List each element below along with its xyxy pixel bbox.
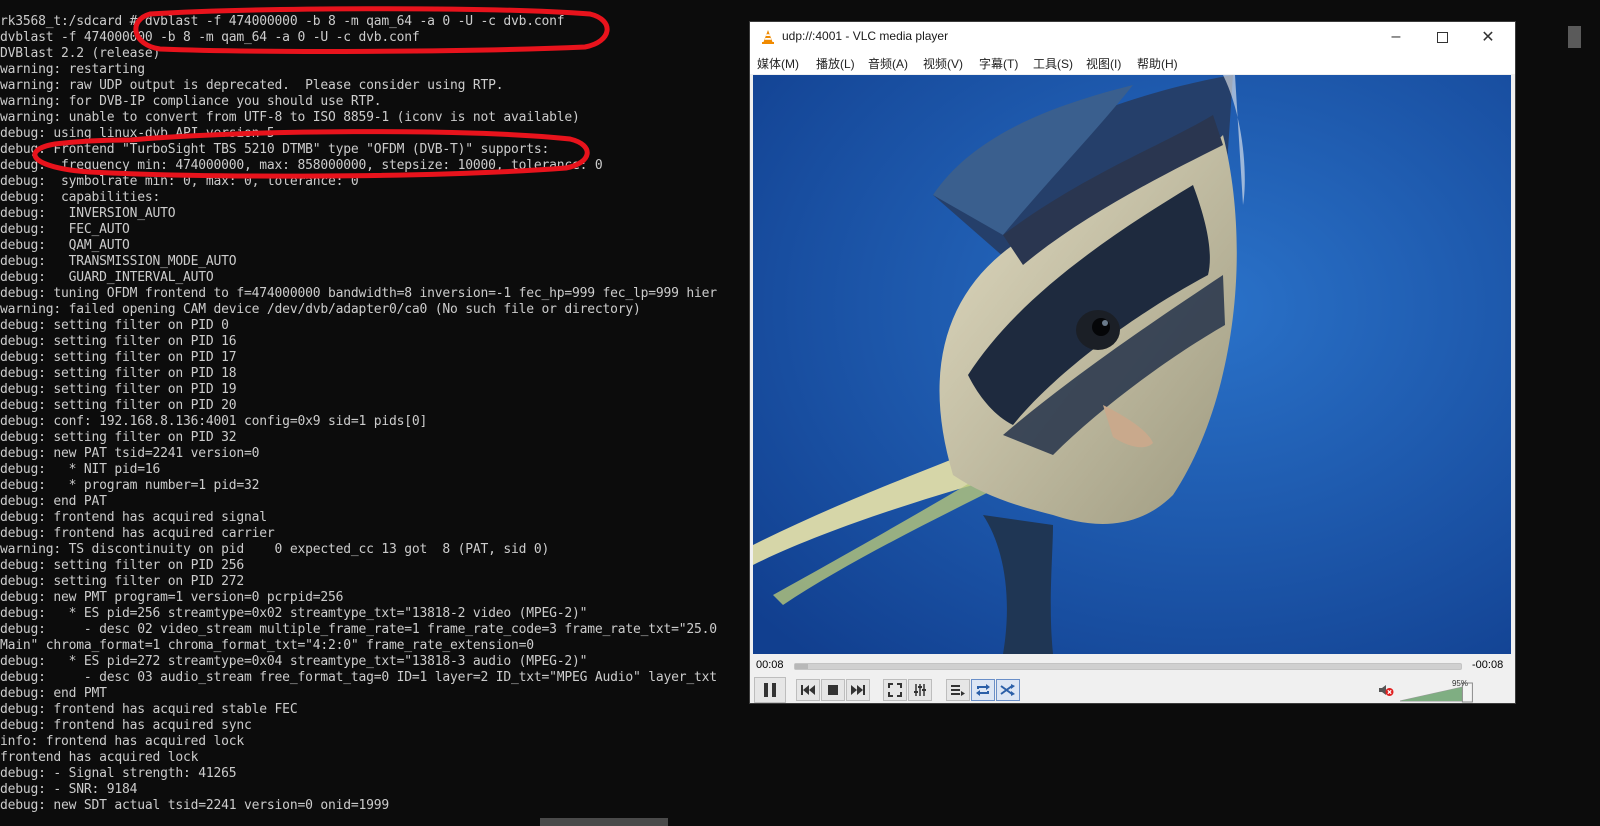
vlc-menubar: 媒体(M) 播放(L) 音频(A) 视频(V) 字幕(T) 工具(S) 视图(I… (750, 52, 1515, 74)
equalizer-icon (914, 684, 926, 696)
seek-progress (795, 664, 809, 669)
terminal-line: debug: - Signal strength: 41265 (0, 766, 237, 781)
previous-button[interactable] (796, 679, 820, 701)
close-button[interactable]: ✕ (1465, 22, 1511, 52)
vlc-cone-icon (762, 30, 774, 44)
menu-help[interactable]: 帮助(H) (1137, 55, 1178, 72)
skip-forward-icon (851, 685, 865, 695)
menu-audio[interactable]: 音频(A) (868, 55, 908, 72)
loop-icon (976, 684, 990, 696)
stop-button[interactable] (821, 679, 845, 701)
volume-percent: 95% (1451, 679, 1468, 688)
terminal-horizontal-scrollbar[interactable] (540, 818, 668, 826)
batfish-video-frame (753, 75, 1511, 654)
seek-slider[interactable] (794, 663, 1462, 670)
close-icon: ✕ (1481, 29, 1495, 46)
vlc-titlebar[interactable]: udp://:4001 - VLC media player – ✕ (750, 22, 1515, 52)
video-display[interactable] (753, 75, 1511, 654)
menu-view[interactable]: 视图(I) (1086, 55, 1121, 72)
minimize-button[interactable]: – (1373, 22, 1419, 52)
minimize-icon: – (1391, 28, 1401, 45)
terminal-line: frontend has acquired lock (0, 750, 199, 765)
stop-icon (828, 685, 838, 695)
menu-tools[interactable]: 工具(S) (1033, 55, 1073, 72)
fullscreen-button[interactable] (883, 679, 907, 701)
shuffle-button[interactable] (996, 679, 1020, 701)
control-bar: 95% (750, 677, 1515, 705)
next-button[interactable] (846, 679, 870, 701)
volume-slider[interactable]: 95% (1399, 679, 1482, 703)
pause-button[interactable] (754, 677, 786, 703)
terminal-line: debug: frontend has acquired sync (0, 718, 252, 733)
skip-back-icon (801, 685, 815, 695)
maximize-button[interactable] (1419, 22, 1465, 52)
menu-playback[interactable]: 播放(L) (816, 55, 855, 72)
terminal-line: info: frontend has acquired lock (0, 734, 245, 749)
terminal-line: debug: new SDT actual tsid=2241 version=… (0, 798, 389, 813)
shuffle-icon (1000, 684, 1015, 696)
playlist-icon (951, 685, 965, 696)
playlist-button[interactable] (946, 679, 970, 701)
volume-wedge (1399, 682, 1473, 703)
vlc-window[interactable]: udp://:4001 - VLC media player – ✕ 媒体(M)… (749, 21, 1516, 704)
fullscreen-icon (888, 683, 902, 697)
seek-row: 00:08 -00:08 (750, 655, 1515, 677)
pause-icon (764, 683, 776, 697)
remaining-time: -00:08 (1472, 659, 1504, 671)
window-title: udp://:4001 - VLC media player (782, 29, 949, 43)
loop-button[interactable] (971, 679, 995, 701)
scrollbar-thumb[interactable] (1568, 26, 1581, 48)
menu-media[interactable]: 媒体(M) (757, 55, 799, 72)
terminal-scrollbar[interactable] (1566, 0, 1583, 826)
maximize-icon (1436, 31, 1448, 43)
extended-settings-button[interactable] (908, 679, 932, 701)
terminal-line: debug: - SNR: 9184 (0, 782, 138, 797)
mute-speaker-icon[interactable] (1378, 683, 1394, 697)
menu-subtitle[interactable]: 字幕(T) (979, 55, 1018, 72)
elapsed-time: 00:08 (756, 659, 784, 671)
menu-video[interactable]: 视频(V) (923, 55, 963, 72)
